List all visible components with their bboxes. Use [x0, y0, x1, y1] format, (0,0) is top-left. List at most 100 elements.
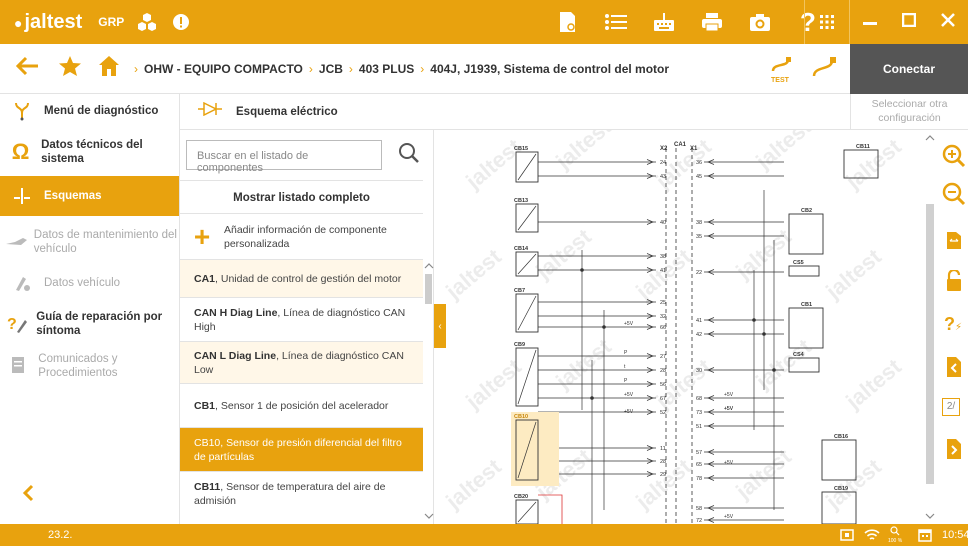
watermark-text: jaltest: [820, 453, 886, 514]
scrollbar-thumb[interactable]: [425, 274, 432, 304]
junction-dot: [762, 332, 766, 336]
scrollbar-thumb[interactable]: [926, 204, 934, 484]
search-icon[interactable]: [398, 142, 420, 169]
unlock-icon[interactable]: [946, 268, 962, 297]
list-item[interactable]: CB1, Sensor 1 de posición del acelerador: [180, 384, 423, 428]
maximize-icon[interactable]: [901, 12, 917, 32]
watermark-text: jaltest: [460, 353, 526, 414]
sidebar: Menú de diagnóstico Ω Datos técnicos del…: [0, 94, 180, 524]
sidebar-item-technical-data[interactable]: Ω Datos técnicos del sistema: [0, 132, 179, 172]
home-icon[interactable]: [98, 55, 120, 82]
signal-label: +5V: [724, 406, 734, 412]
search-input[interactable]: Buscar en el listado de componentes: [186, 140, 382, 174]
component-label: CB19: [834, 486, 848, 492]
junction-dot: [580, 268, 584, 272]
collapse-panel-handle[interactable]: ‹: [434, 304, 446, 348]
sidebar-item-schematics[interactable]: Esquemas: [0, 176, 179, 216]
electrical-schematic[interactable]: jaltest jaltest jaltest jaltest jaltest jalte…: [434, 130, 924, 524]
list-item-selected[interactable]: CB10, Sensor de presión diferencial del …: [180, 428, 423, 472]
unknown-signal-icon[interactable]: ?⚡: [944, 314, 962, 335]
component-symbol: [517, 205, 537, 231]
list-item[interactable]: CA1, Unidad de control de gestión del mo…: [180, 260, 423, 298]
next-page-icon[interactable]: [946, 438, 962, 465]
select-configuration-button[interactable]: Seleccionar otra configuración: [850, 94, 968, 130]
minimize-icon[interactable]: [862, 13, 877, 31]
pin-label: 40: [660, 220, 666, 226]
signal-label: +5V: [724, 514, 734, 520]
pin-label: 58: [696, 506, 702, 512]
add-custom-info-label: Añadir información de componente persona…: [224, 223, 387, 250]
list-scrollbar[interactable]: [423, 260, 434, 524]
breadcrumb-item[interactable]: 403 PLUS: [359, 62, 414, 76]
sidebar-item-repair-guide[interactable]: ? Guía de reparación por síntoma: [0, 304, 179, 344]
breadcrumb-item[interactable]: JCB: [319, 62, 343, 76]
pin-label: 36: [696, 160, 702, 166]
breadcrumb-item[interactable]: OHW - EQUIPO COMPACTO: [144, 62, 303, 76]
component-highlight: [511, 412, 559, 486]
watermark-text: jaltest: [730, 443, 796, 504]
pin-label: 22: [696, 270, 702, 276]
component-label: CB14: [514, 246, 529, 252]
zoom-out-icon[interactable]: [942, 182, 966, 211]
test-connector-icon[interactable]: TEST: [770, 57, 792, 88]
breadcrumb-item: 404J, J1939, Sistema de control del moto…: [430, 61, 670, 76]
signal-label: +5V: [624, 409, 634, 415]
back-arrow-icon[interactable]: [15, 56, 40, 81]
vertical-scrollbar[interactable]: [924, 130, 936, 524]
printer-icon[interactable]: [688, 12, 736, 32]
show-full-list-button[interactable]: Mostrar listado completo: [180, 180, 423, 214]
sidebar-item-label: Esquemas: [44, 190, 102, 202]
signal-label: +5V: [624, 321, 634, 327]
signal-label: P: [624, 350, 628, 356]
component-code: CAN L Diag Line: [194, 349, 277, 362]
zoom-in-icon[interactable]: [942, 144, 966, 173]
clock-time: 10:54: [942, 529, 968, 541]
pin-label: 32: [660, 314, 666, 320]
top-bar: ● jaltest GRP ?: [0, 0, 968, 44]
list-item[interactable]: CB11, Sensor de temperatura del aire de …: [180, 472, 423, 516]
window-controls: [850, 0, 968, 44]
sidebar-item-diagnostic-menu[interactable]: Menú de diagnóstico: [0, 94, 179, 128]
component-label: CB1: [801, 302, 812, 308]
component-desc: Sensor de temperatura del aire de admisi…: [194, 481, 386, 507]
sidebar-item-vehicle-data: Datos vehículo: [0, 266, 179, 300]
document-search-icon[interactable]: [544, 11, 592, 33]
watermark-text: jaltest: [840, 133, 906, 194]
previous-page-icon[interactable]: [946, 356, 962, 383]
breadcrumb-bar: › OHW - EQUIPO COMPACTO › JCB › 403 PLUS › 4…: [0, 44, 968, 94]
watermark-text: jaltest: [730, 223, 796, 284]
component-symbol: [517, 153, 537, 181]
connector-icon[interactable]: [812, 56, 838, 85]
connect-button[interactable]: Conectar: [850, 44, 968, 94]
favorite-star-icon[interactable]: [58, 55, 82, 82]
pin-label: 66: [660, 325, 666, 331]
keyboard-icon[interactable]: [640, 12, 688, 32]
collapse-sidebar-icon[interactable]: [22, 484, 34, 507]
watermark-text: jaltest: [440, 453, 506, 514]
camera-icon[interactable]: [736, 12, 784, 32]
pin-label: 42: [696, 332, 702, 338]
component-desc: Sensor de presión diferencial del filtro…: [194, 436, 402, 463]
close-icon[interactable]: [941, 12, 956, 32]
component-box: [788, 265, 820, 277]
grp-cubes-icon[interactable]: [136, 12, 158, 32]
add-custom-info-button[interactable]: + Añadir información de componente perso…: [180, 214, 423, 260]
alert-icon[interactable]: [172, 13, 190, 31]
sidebar-item-label: Guía de reparación por síntoma: [36, 311, 163, 337]
apps-grid-icon[interactable]: [804, 0, 850, 44]
svg-text:TEST: TEST: [771, 77, 790, 83]
fit-width-icon[interactable]: [946, 228, 962, 255]
diode-icon: [198, 101, 222, 121]
list-item[interactable]: CAN H Diag Line, Línea de diagnóstico CA…: [180, 298, 423, 342]
component-label: CB16: [834, 434, 848, 440]
list-item[interactable]: CAN L Diag Line, Línea de diagnóstico CA…: [180, 342, 423, 384]
svg-text:?: ?: [7, 316, 17, 333]
pin-label: 38: [660, 254, 666, 260]
pin-label: 51: [696, 424, 702, 430]
pin-label: 68: [696, 396, 702, 402]
watermark-text: jaltest: [750, 333, 816, 394]
list-icon[interactable]: [592, 13, 640, 31]
sidebar-item-label: Comunicados y Procedimientos: [38, 353, 118, 379]
zoom-level: 100 %: [888, 526, 902, 544]
components-panel: Buscar en el listado de componentes Most…: [180, 130, 434, 524]
